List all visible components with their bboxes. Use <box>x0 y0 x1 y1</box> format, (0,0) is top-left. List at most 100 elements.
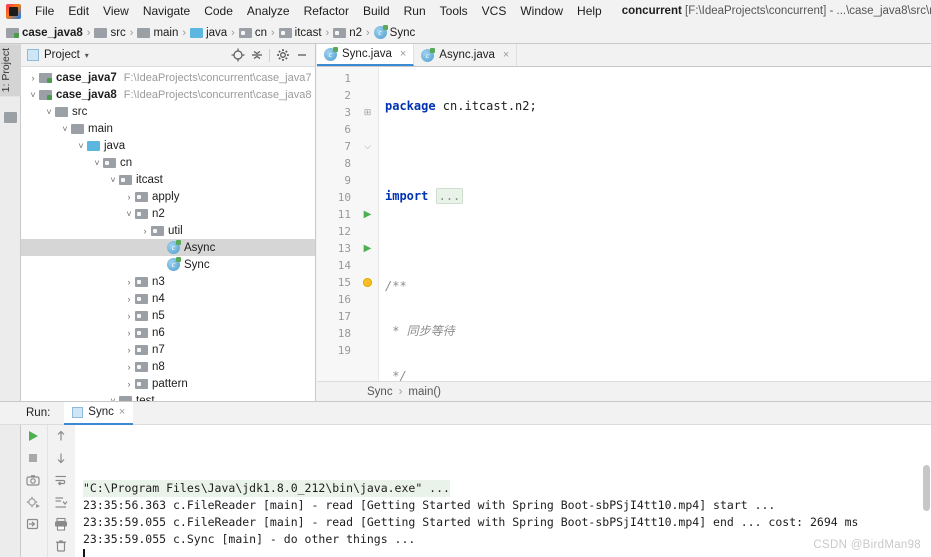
tree-item-sync[interactable]: c Sync <box>21 256 315 273</box>
breadcrumb-item-n2[interactable]: n2 › <box>333 27 373 39</box>
export-icon[interactable] <box>25 517 43 533</box>
tree-item-case-java7[interactable]: › case_java7 F:\IdeaProjects\concurrent\ca… <box>21 69 315 86</box>
run-tab-sync[interactable]: Sync × <box>64 401 134 425</box>
chevron-down-icon[interactable]: ˅ <box>43 107 55 117</box>
menu-item-vcs[interactable]: VCS <box>475 2 514 20</box>
tree-item-n2[interactable]: ˅ n2 <box>21 205 315 222</box>
minimize-icon[interactable] <box>293 46 311 64</box>
rerun-icon[interactable] <box>25 429 43 445</box>
breadcrumb-item-sync[interactable]: c Sync <box>373 25 415 39</box>
intention-bulb-icon[interactable] <box>357 274 378 291</box>
gear-icon[interactable] <box>274 46 292 64</box>
rerun-failed-tests-icon[interactable] <box>25 495 43 511</box>
fold-import-icon[interactable]: ⊞ <box>357 104 378 121</box>
package-icon <box>135 361 148 372</box>
stop-icon[interactable] <box>25 451 43 467</box>
project-tree[interactable]: › case_java7 F:\IdeaProjects\concurrent\ca… <box>21 67 315 401</box>
tree-item-n5[interactable]: › n5 <box>21 307 315 324</box>
chevron-down-icon[interactable]: ˅ <box>75 141 87 151</box>
tree-item-label: Async <box>184 241 216 254</box>
chevron-right-icon[interactable]: › <box>123 379 135 389</box>
tree-item-n6[interactable]: › n6 <box>21 324 315 341</box>
run-class-icon[interactable]: ▶ <box>357 206 378 223</box>
code-area[interactable]: 1 2 3 6 7 8 9 10 11 12 13 14 15 16 17 18 19 ⊞ ⌵ ▶ ▶ pack… <box>317 67 931 401</box>
soft-wrap-icon[interactable] <box>53 473 71 489</box>
chevron-right-icon[interactable]: › <box>123 294 135 304</box>
menu-item-file[interactable]: File <box>28 2 61 20</box>
menu-item-help[interactable]: Help <box>570 2 609 20</box>
tab-sync-java[interactable]: c Sync.java × <box>317 44 415 66</box>
scroll-to-end-icon[interactable] <box>53 495 71 511</box>
tree-item-n7[interactable]: › n7 <box>21 341 315 358</box>
scroll-up-icon[interactable] <box>53 429 71 445</box>
tree-item-util[interactable]: › util <box>21 222 315 239</box>
breadcrumb-item-itcast[interactable]: itcast › <box>278 27 334 39</box>
menu-item-tools[interactable]: Tools <box>433 2 475 20</box>
menu-item-run[interactable]: Run <box>397 2 433 20</box>
chevron-right-icon[interactable]: › <box>123 328 135 338</box>
menu-item-navigate[interactable]: Navigate <box>136 2 197 20</box>
folded-imports-placeholder[interactable]: ... <box>435 188 464 204</box>
chevron-down-icon[interactable]: ˅ <box>91 158 103 168</box>
menu-item-refactor[interactable]: Refactor <box>297 2 356 20</box>
tree-item-case-java8[interactable]: ˅ case_java8 F:\IdeaProjects\concurrent\ca… <box>21 86 315 103</box>
chevron-right-icon[interactable]: › <box>123 345 135 355</box>
tree-item-src[interactable]: ˅ src <box>21 103 315 120</box>
tab-async-java[interactable]: c Async.java × <box>414 44 518 66</box>
console-output[interactable]: "C:\Program Files\Java\jdk1.8.0_212\bin\… <box>75 425 931 557</box>
fold-javadoc-icon[interactable]: ⌵ <box>357 138 378 155</box>
code-lines[interactable]: package cn.itcast.n2; import ... /** * 同… <box>379 67 931 401</box>
tree-item-cn[interactable]: ˅ cn <box>21 154 315 171</box>
close-icon[interactable]: × <box>400 48 406 60</box>
breadcrumb-item-cn[interactable]: cn › <box>238 27 279 39</box>
menu-item-view[interactable]: View <box>96 2 136 20</box>
chevron-down-icon[interactable]: ˅ <box>123 209 135 219</box>
menu-item-edit[interactable]: Edit <box>61 2 96 20</box>
chevron-down-icon[interactable]: ▾ <box>85 51 89 60</box>
breadcrumb-item-src[interactable]: src › <box>94 27 137 39</box>
chevron-down-icon[interactable]: ˅ <box>27 90 39 100</box>
chevron-right-icon[interactable]: › <box>139 226 151 236</box>
close-icon[interactable]: × <box>503 49 509 61</box>
tree-item-test[interactable]: ˅ test <box>21 392 315 401</box>
print-icon[interactable] <box>53 517 71 533</box>
window-title-file-path: - ...\case_java8\src\main\java\cn\itcast… <box>829 5 931 17</box>
tree-item-pattern[interactable]: › pattern <box>21 375 315 392</box>
tree-item-java[interactable]: ˅ java <box>21 137 315 154</box>
tree-item-itcast[interactable]: ˅ itcast <box>21 171 315 188</box>
chevron-down-icon[interactable]: ˅ <box>107 175 119 185</box>
menu-item-build[interactable]: Build <box>356 2 397 20</box>
close-icon[interactable]: × <box>119 406 125 418</box>
chevron-right-icon[interactable]: › <box>123 192 135 202</box>
tree-item-n4[interactable]: › n4 <box>21 290 315 307</box>
camera-icon[interactable] <box>25 473 43 489</box>
breadcrumb-item-main[interactable]: main › <box>137 27 190 39</box>
gutter-markers[interactable]: ⊞ ⌵ ▶ ▶ <box>357 67 379 401</box>
tree-item-n8[interactable]: › n8 <box>21 358 315 375</box>
scroll-down-icon[interactable] <box>53 451 71 467</box>
editor-breadcrumb-method[interactable]: main() <box>408 386 441 398</box>
run-method-icon[interactable]: ▶ <box>357 240 378 257</box>
chevron-right-icon[interactable]: › <box>123 311 135 321</box>
sidebar-item-project[interactable]: 1: Project <box>0 44 21 97</box>
menu-item-analyze[interactable]: Analyze <box>240 2 297 20</box>
trash-icon[interactable] <box>53 539 71 555</box>
tree-item-main[interactable]: ˅ main <box>21 120 315 137</box>
breadcrumb-item-java[interactable]: java › <box>190 27 239 39</box>
chevron-right-icon[interactable]: › <box>123 362 135 372</box>
breadcrumb-item-case-java8[interactable]: case_java8 › <box>6 27 94 39</box>
editor-breadcrumb-class[interactable]: Sync <box>367 386 393 398</box>
menu-item-code[interactable]: Code <box>197 2 240 20</box>
chevron-down-icon[interactable]: ˅ <box>59 124 71 134</box>
tree-item-label: util <box>168 224 183 237</box>
locate-icon[interactable] <box>229 46 247 64</box>
collapse-all-icon[interactable] <box>248 46 266 64</box>
console-scrollbar[interactable] <box>923 465 930 511</box>
breadcrumb-label: main <box>153 26 179 39</box>
tree-item-n3[interactable]: › n3 <box>21 273 315 290</box>
chevron-right-icon[interactable]: › <box>123 277 135 287</box>
tree-item-apply[interactable]: › apply <box>21 188 315 205</box>
chevron-right-icon[interactable]: › <box>27 73 39 83</box>
menu-item-window[interactable]: Window <box>513 2 570 20</box>
tree-item-async[interactable]: c Async <box>21 239 315 256</box>
